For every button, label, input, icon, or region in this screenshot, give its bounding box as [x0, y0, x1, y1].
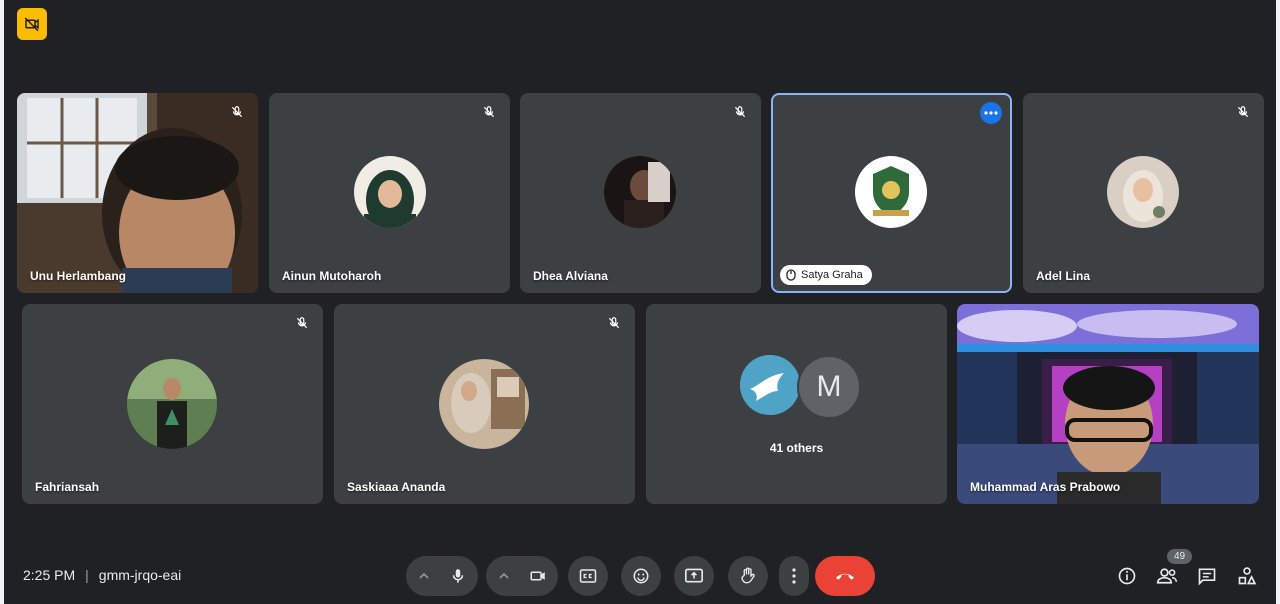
muted-indicator — [228, 103, 246, 121]
meeting-details-button[interactable] — [1114, 563, 1140, 589]
avatar — [1107, 156, 1179, 228]
chevron-up-icon — [419, 573, 429, 579]
participant-tile-video[interactable]: Muhammad Aras Prabowo — [957, 304, 1259, 504]
mouse-icon — [786, 269, 796, 281]
mic-icon — [452, 569, 464, 583]
mic-off-icon — [734, 106, 746, 118]
muted-indicator — [731, 103, 749, 121]
frame-left-edge — [0, 0, 4, 604]
avatar — [127, 359, 217, 449]
leave-call-button[interactable] — [815, 556, 875, 596]
meeting-info: 2:25 PM | gmm-jrqo-eai — [23, 567, 181, 583]
participant-video-feed — [17, 93, 258, 293]
participant-name: Muhammad Aras Prabowo — [970, 480, 1121, 494]
captions-button[interactable] — [568, 556, 608, 596]
mic-off-icon — [608, 317, 620, 329]
frame-right-edge — [1276, 0, 1280, 604]
participant-tile-video[interactable]: Unu Herlambang — [17, 93, 258, 293]
activities-button[interactable] — [1234, 563, 1260, 589]
chat-button[interactable] — [1194, 563, 1220, 589]
more-options-button[interactable] — [980, 102, 1002, 124]
camera-button[interactable] — [518, 556, 558, 596]
mic-off-icon — [1237, 106, 1249, 118]
camera-off-icon — [24, 17, 39, 32]
participant-name: Dhea Alviana — [533, 269, 608, 283]
muted-indicator — [480, 103, 498, 121]
people-icon — [1156, 568, 1178, 584]
participant-tile[interactable]: Dhea Alviana — [520, 93, 761, 293]
others-tile[interactable]: M 41 others — [646, 304, 947, 504]
participant-name: Unu Herlambang — [30, 269, 127, 283]
avatar — [740, 355, 800, 415]
avatar — [439, 359, 529, 449]
audio-options-button[interactable] — [410, 556, 438, 596]
present-icon — [685, 568, 703, 583]
muted-indicator — [605, 314, 623, 332]
emoji-icon — [633, 568, 649, 584]
participant-name: Ainun Mutoharoh — [282, 269, 382, 283]
info-icon — [1118, 567, 1136, 585]
reactions-button[interactable] — [621, 556, 661, 596]
people-button[interactable] — [1154, 563, 1180, 589]
participant-tile-presenting[interactable]: Satya Graha — [771, 93, 1012, 293]
others-avatar-group: M — [740, 355, 861, 419]
more-options-button[interactable] — [779, 556, 809, 596]
participant-tile[interactable]: Fahriansah — [22, 304, 323, 504]
camera-off-badge[interactable] — [17, 8, 47, 40]
chevron-up-icon — [499, 573, 509, 579]
chat-icon — [1198, 568, 1216, 586]
mic-off-icon — [296, 317, 308, 329]
participant-name: Saskiaaa Ananda — [347, 480, 446, 494]
avatar — [855, 156, 927, 228]
mic-button[interactable] — [438, 556, 478, 596]
avatar — [354, 156, 426, 228]
video-options-button[interactable] — [490, 556, 518, 596]
participant-name: Adel Lina — [1036, 269, 1091, 283]
participant-tile[interactable]: Adel Lina — [1023, 93, 1264, 293]
others-count-label: 41 others — [769, 441, 824, 455]
meeting-code: gmm-jrqo-eai — [98, 567, 182, 583]
mic-off-icon — [483, 106, 495, 118]
captions-icon — [579, 569, 597, 583]
muted-indicator — [1234, 103, 1252, 121]
participant-tile[interactable]: Saskiaaa Ananda — [334, 304, 635, 504]
raise-hand-button[interactable] — [728, 556, 768, 596]
divider: | — [85, 567, 89, 583]
participant-name: Satya Graha — [801, 269, 863, 281]
muted-indicator — [293, 314, 311, 332]
avatar — [604, 156, 676, 228]
meeting-time: 2:25 PM — [23, 567, 76, 583]
more-options-icon — [984, 111, 998, 115]
participant-video-feed — [957, 304, 1259, 504]
participant-name: Fahriansah — [35, 480, 100, 494]
present-button[interactable] — [674, 556, 714, 596]
end-call-icon — [835, 573, 855, 580]
activities-icon — [1238, 567, 1257, 585]
mic-off-icon — [231, 106, 243, 118]
people-count-badge: 49 — [1167, 549, 1192, 564]
more-vert-icon — [792, 568, 796, 584]
participant-tile[interactable]: Ainun Mutoharoh — [269, 93, 510, 293]
raise-hand-icon — [741, 567, 755, 584]
presenter-chip: Satya Graha — [780, 265, 872, 285]
camera-icon — [530, 571, 545, 581]
avatar-initial: M — [797, 355, 861, 419]
